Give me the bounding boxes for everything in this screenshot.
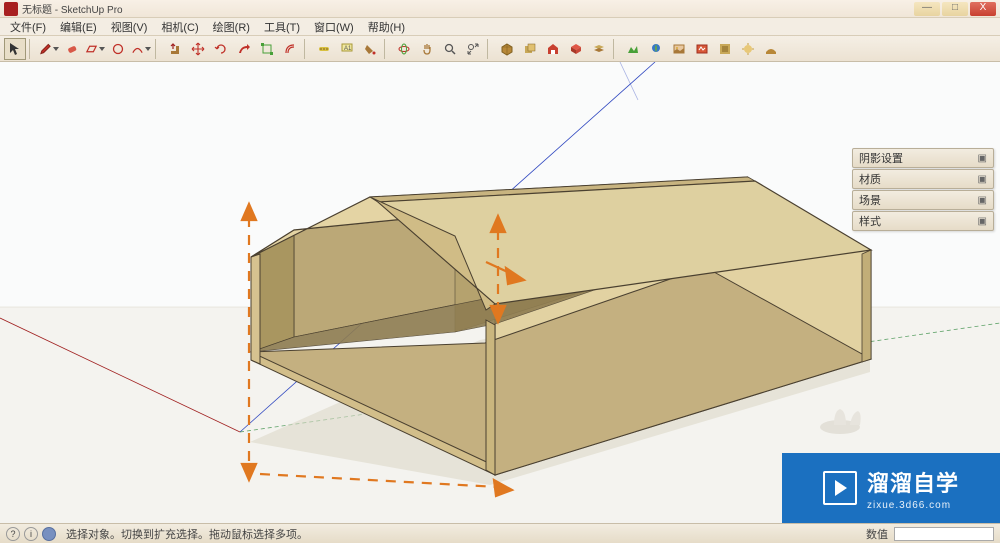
menu-window[interactable]: 窗口(W)	[308, 18, 360, 36]
minimize-button[interactable]: —	[914, 2, 940, 16]
chevron-down-icon	[99, 47, 105, 51]
preview-model-icon[interactable]	[691, 38, 713, 60]
menu-draw[interactable]: 绘图(R)	[207, 18, 256, 36]
menu-camera[interactable]: 相机(C)	[155, 18, 204, 36]
panels-stack: 阴影设置 ▣ 材质 ▣ 场景 ▣ 样式 ▣	[852, 148, 994, 231]
menu-tools[interactable]: 工具(T)	[258, 18, 306, 36]
maximize-button[interactable]: □	[942, 2, 968, 16]
info-icon[interactable]: i	[24, 527, 38, 541]
photo-textures-icon[interactable]	[668, 38, 690, 60]
group-tool-icon[interactable]	[519, 38, 541, 60]
menu-help[interactable]: 帮助(H)	[362, 18, 411, 36]
toolbar: A1	[0, 36, 1000, 62]
panel-styles[interactable]: 样式 ▣	[852, 211, 994, 231]
chevron-down-icon	[53, 47, 59, 51]
paint-bucket-tool-icon[interactable]	[359, 38, 381, 60]
chevron-down-icon	[145, 47, 151, 51]
layers-tool-icon[interactable]	[588, 38, 610, 60]
panel-materials[interactable]: 材质 ▣	[852, 169, 994, 189]
rotate-tool-icon[interactable]	[210, 38, 232, 60]
measurements-input[interactable]	[894, 527, 994, 541]
eraser-tool-icon[interactable]	[61, 38, 83, 60]
rectangle-tool-icon[interactable]	[84, 38, 106, 60]
menu-edit[interactable]: 编辑(E)	[54, 18, 103, 36]
toggle-terrain-icon[interactable]	[622, 38, 644, 60]
model-info-icon[interactable]	[714, 38, 736, 60]
help-icon[interactable]: ?	[6, 527, 20, 541]
zoom-tool-icon[interactable]	[439, 38, 461, 60]
menu-bar: 文件(F) 编辑(E) 视图(V) 相机(C) 绘图(R) 工具(T) 窗口(W…	[0, 18, 1000, 36]
panel-toggle-icon[interactable]: ▣	[978, 195, 987, 206]
3d-warehouse-icon[interactable]	[542, 38, 564, 60]
select-tool-icon[interactable]	[4, 38, 26, 60]
svg-text:A1: A1	[344, 46, 352, 52]
status-bar: ? i 选择对象。切换到扩充选择。拖动鼠标选择多项。 数值	[0, 523, 1000, 543]
play-icon	[823, 471, 857, 505]
circle-tool-icon[interactable]	[107, 38, 129, 60]
measurements-label: 数值	[866, 526, 888, 542]
follow-me-tool-icon[interactable]	[233, 38, 255, 60]
close-button[interactable]: X	[970, 2, 996, 16]
user-icon[interactable]	[42, 527, 56, 541]
panel-scenes[interactable]: 场景 ▣	[852, 190, 994, 210]
app-icon	[4, 2, 18, 16]
extension-warehouse-icon[interactable]	[565, 38, 587, 60]
pencil-tool-icon[interactable]	[38, 38, 60, 60]
menu-file[interactable]: 文件(F)	[4, 18, 52, 36]
panel-shadows[interactable]: 阴影设置 ▣	[852, 148, 994, 168]
push-pull-tool-icon[interactable]	[164, 38, 186, 60]
panel-toggle-icon[interactable]: ▣	[978, 174, 987, 185]
offset-tool-icon[interactable]	[279, 38, 301, 60]
title-bar: 无标题 - SketchUp Pro — □ X	[0, 0, 1000, 18]
menu-view[interactable]: 视图(V)	[105, 18, 154, 36]
component-tool-icon[interactable]	[496, 38, 518, 60]
zoom-extents-tool-icon[interactable]	[462, 38, 484, 60]
orbit-tool-icon[interactable]	[393, 38, 415, 60]
arc-tool-icon[interactable]	[130, 38, 152, 60]
pan-tool-icon[interactable]	[416, 38, 438, 60]
add-location-icon[interactable]	[645, 38, 667, 60]
status-hint: 选择对象。切换到扩充选择。拖动鼠标选择多项。	[66, 526, 866, 542]
window-controls: — □ X	[914, 2, 996, 16]
move-tool-icon[interactable]	[187, 38, 209, 60]
watermark: 溜溜自学 zixue.3d66.com	[782, 453, 1000, 523]
measurements-box: 数值	[866, 526, 994, 542]
panel-toggle-icon[interactable]: ▣	[978, 216, 987, 227]
solar-north-icon[interactable]	[737, 38, 759, 60]
window-title: 无标题 - SketchUp Pro	[22, 1, 914, 16]
panel-toggle-icon[interactable]: ▣	[978, 153, 987, 164]
sandbox-icon[interactable]	[760, 38, 782, 60]
tape-measure-tool-icon[interactable]	[313, 38, 335, 60]
scale-tool-icon[interactable]	[256, 38, 278, 60]
text-tool-icon[interactable]: A1	[336, 38, 358, 60]
